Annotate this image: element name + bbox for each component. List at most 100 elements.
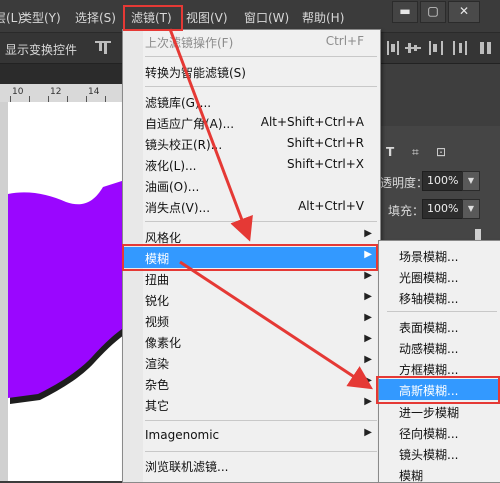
submenu-item-blur[interactable]: 模糊 xyxy=(379,464,500,482)
purple-shape xyxy=(8,180,125,404)
menu-item-label: 视频 xyxy=(145,315,170,329)
restore-button[interactable]: ▢ xyxy=(420,1,446,23)
menu-window[interactable]: 窗口(W) xyxy=(244,9,289,26)
submenu-item-label: 镜头模糊... xyxy=(399,448,459,462)
menu-item-label: 扭曲 xyxy=(145,273,170,287)
submenu-item-label: 径向模糊... xyxy=(399,427,459,441)
menu-separator xyxy=(145,221,377,222)
submenu-arrow-icon: ▶ xyxy=(364,291,372,302)
menu-item-sharpen[interactable]: 锐化 ▶ xyxy=(123,289,380,310)
menu-separator xyxy=(145,451,377,452)
submenu-item-blur-more[interactable]: 进一步模糊 xyxy=(379,401,500,422)
menu-separator xyxy=(145,86,377,87)
menu-item-label: 锐化 xyxy=(145,294,170,308)
submenu-item-label: 动感模糊... xyxy=(399,342,459,356)
menu-item-shortcut: Alt+Ctrl+V xyxy=(298,199,364,213)
submenu-item-lens-blur[interactable]: 镜头模糊... xyxy=(379,443,500,464)
menu-item-distort[interactable]: 扭曲 ▶ xyxy=(123,268,380,289)
menu-item-label: 其它 xyxy=(145,399,170,413)
fill-dropdown-icon[interactable]: ▼ xyxy=(462,199,480,219)
menu-item-label: 上次滤镜操作(F) xyxy=(145,36,234,50)
submenu-item-label: 光圈模糊... xyxy=(399,271,459,285)
annotation-box-blur-item xyxy=(122,244,378,271)
ruler-tick-label: 10 xyxy=(12,87,24,97)
align-top-icon[interactable] xyxy=(95,41,111,55)
menu-item-shortcut: Alt+Shift+Ctrl+A xyxy=(260,115,364,129)
menu-item-shortcut: Shift+Ctrl+R xyxy=(286,136,364,150)
smart-object-filter-icon[interactable]: ⊡ xyxy=(436,145,446,159)
show-transform-controls-label[interactable]: 显示变换控件 xyxy=(5,41,77,58)
horizontal-ruler: 10 12 14 xyxy=(0,84,125,103)
submenu-item-label: 场景模糊... xyxy=(399,250,459,264)
menu-separator xyxy=(145,420,377,421)
distribute-horizontal-icon[interactable] xyxy=(452,41,468,55)
distribute-center-icon[interactable] xyxy=(405,41,421,55)
menu-view[interactable]: 视图(V) xyxy=(186,9,228,26)
annotation-box-gaussian-blur xyxy=(376,376,500,404)
document-canvas[interactable] xyxy=(8,102,125,481)
submenu-arrow-icon: ▶ xyxy=(364,333,372,344)
auto-align-icon[interactable] xyxy=(478,41,494,55)
menu-item-noise[interactable]: 杂色 ▶ xyxy=(123,373,380,394)
menu-layer[interactable]: 图层(L) xyxy=(0,9,22,26)
submenu-item-label: 表面模糊... xyxy=(399,321,459,335)
submenu-arrow-icon: ▶ xyxy=(364,228,372,239)
menu-item-last-filter: 上次滤镜操作(F) Ctrl+F xyxy=(123,31,380,52)
submenu-arrow-icon: ▶ xyxy=(364,375,372,386)
document-tab-strip xyxy=(0,64,125,84)
menu-item-browse-online-filters[interactable]: 浏览联机滤镜... xyxy=(123,455,380,476)
menu-item-label: 滤镜库(G)... xyxy=(145,96,212,110)
menu-item-label: 消失点(V)... xyxy=(145,201,211,215)
menu-item-video[interactable]: 视频 ▶ xyxy=(123,310,380,331)
opacity-dropdown-icon[interactable]: ▼ xyxy=(462,171,480,191)
opacity-input[interactable]: 100% xyxy=(422,171,464,191)
menu-separator xyxy=(145,56,377,57)
restore-icon: ▢ xyxy=(427,4,439,18)
distribute-right-icon[interactable] xyxy=(428,41,444,55)
fill-label: 填充： xyxy=(388,204,425,218)
submenu-item-radial-blur[interactable]: 径向模糊... xyxy=(379,422,500,443)
submenu-item-label: 移轴模糊... xyxy=(399,292,459,306)
menu-item-convert-smart-filter[interactable]: 转换为智能滤镜(S) xyxy=(123,61,380,82)
menu-item-render[interactable]: 渲染 ▶ xyxy=(123,352,380,373)
menu-type[interactable]: 类型(Y) xyxy=(20,9,61,26)
ruler-tick-label: 12 xyxy=(50,87,62,97)
menu-item-label: 液化(L)... xyxy=(145,159,197,173)
close-button[interactable]: ✕ xyxy=(448,1,480,23)
menu-item-adaptive-wide-angle[interactable]: 自适应广角(A)... Alt+Shift+Ctrl+A xyxy=(123,112,380,133)
fill-input[interactable]: 100% xyxy=(422,199,464,219)
ruler-tick-label: 14 xyxy=(88,87,100,97)
submenu-arrow-icon: ▶ xyxy=(364,427,372,438)
blur-submenu: 场景模糊... 光圈模糊... 移轴模糊... 表面模糊... 动感模糊... … xyxy=(378,240,500,483)
menu-item-other[interactable]: 其它 ▶ xyxy=(123,394,380,415)
menu-item-label: 油画(O)... xyxy=(145,180,200,194)
menu-item-label: 杂色 xyxy=(145,378,170,392)
close-icon: ✕ xyxy=(458,4,470,18)
distribute-icon[interactable] xyxy=(385,41,401,55)
menu-select[interactable]: 选择(S) xyxy=(75,9,116,26)
menu-item-pixelate[interactable]: 像素化 ▶ xyxy=(123,331,380,352)
submenu-item-tilt-shift[interactable]: 移轴模糊... xyxy=(379,287,500,308)
menu-item-vanishing-point[interactable]: 消失点(V)... Alt+Ctrl+V xyxy=(123,196,380,217)
shape-filter-icon[interactable]: ⌗ xyxy=(412,145,419,160)
menu-separator xyxy=(387,311,497,312)
type-filter-icon[interactable]: T xyxy=(386,145,394,159)
submenu-item-motion-blur[interactable]: 动感模糊... xyxy=(379,337,500,358)
menu-item-oil-paint[interactable]: 油画(O)... xyxy=(123,175,380,196)
minimize-button[interactable]: ▬ xyxy=(392,1,418,23)
menu-item-label: 转换为智能滤镜(S) xyxy=(145,66,246,80)
menu-item-liquify[interactable]: 液化(L)... Shift+Ctrl+X xyxy=(123,154,380,175)
menu-item-filter-gallery[interactable]: 滤镜库(G)... xyxy=(123,91,380,112)
menu-item-lens-correction[interactable]: 镜头校正(R)... Shift+Ctrl+R xyxy=(123,133,380,154)
submenu-item-field-blur[interactable]: 场景模糊... xyxy=(379,245,500,266)
menu-item-shortcut: Shift+Ctrl+X xyxy=(287,157,364,171)
menu-item-imagenomic[interactable]: Imagenomic ▶ xyxy=(123,425,380,446)
submenu-item-iris-blur[interactable]: 光圈模糊... xyxy=(379,266,500,287)
opacity-label: 透明度： xyxy=(380,176,429,190)
menu-item-label: 镜头校正(R)... xyxy=(145,138,223,152)
submenu-item-surface-blur[interactable]: 表面模糊... xyxy=(379,316,500,337)
panel-tabs xyxy=(380,64,500,126)
menu-help[interactable]: 帮助(H) xyxy=(302,9,344,26)
submenu-arrow-icon: ▶ xyxy=(364,270,372,281)
minimize-icon: ▬ xyxy=(399,4,411,18)
